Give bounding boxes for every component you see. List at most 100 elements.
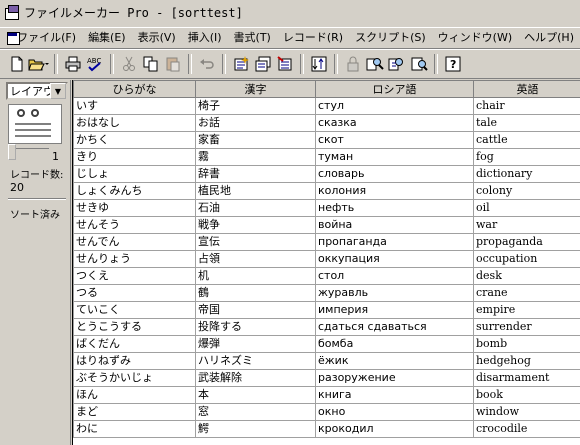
english-cell[interactable]: crane (473, 284, 580, 302)
english-cell[interactable]: bomb (473, 335, 580, 353)
table-row[interactable]: きり霧 туман fog (73, 148, 580, 166)
find-icon[interactable] (364, 53, 386, 75)
russian-cell[interactable]: крокодил (315, 420, 474, 438)
russian-cell[interactable]: туман (315, 148, 474, 166)
table-row[interactable]: おはなし お話 сказка tale (73, 114, 580, 132)
table-row[interactable]: まど窓 окно window (73, 403, 580, 421)
kanji-cell[interactable]: 本 (195, 386, 316, 404)
english-cell[interactable]: dictionary (473, 165, 580, 183)
hiragana-cell[interactable]: せきゆ (73, 199, 196, 217)
column-header-english[interactable]: 英語 (473, 80, 580, 98)
table-row[interactable]: ていこく 帝国 империя empire (73, 301, 580, 319)
table-row[interactable]: いす 椅子 стул chair (73, 97, 580, 115)
new-file-icon[interactable] (6, 53, 28, 75)
hiragana-cell[interactable]: ほん (73, 386, 196, 404)
menu-records[interactable]: レコード(R) (277, 29, 349, 47)
russian-cell[interactable]: скот (315, 131, 474, 149)
english-cell[interactable]: tale (473, 114, 580, 132)
kanji-cell[interactable]: ハリネズミ (195, 352, 316, 370)
english-cell[interactable]: crocodile (473, 420, 580, 438)
find-all-icon[interactable] (408, 53, 430, 75)
table-row[interactable]: ぶそうかいじょ 武装解除 разоружение disarmament (73, 369, 580, 387)
kanji-cell[interactable]: 帝国 (195, 301, 316, 319)
english-cell[interactable]: oil (473, 199, 580, 217)
table-row[interactable]: つくえ机 стол desk (73, 267, 580, 285)
table-row[interactable]: せんでん 宣伝 пропаганда propaganda (73, 233, 580, 251)
russian-cell[interactable]: книга (315, 386, 474, 404)
cut-icon[interactable] (118, 53, 140, 75)
hiragana-cell[interactable]: いす (73, 97, 196, 115)
kanji-cell[interactable]: 霧 (195, 148, 316, 166)
english-cell[interactable]: book (473, 386, 580, 404)
hiragana-cell[interactable]: おはなし (73, 114, 196, 132)
hiragana-cell[interactable]: かちく (73, 131, 196, 149)
russian-cell[interactable]: пропаганда (315, 233, 474, 251)
english-cell[interactable]: surrender (473, 318, 580, 336)
russian-cell[interactable]: окно (315, 403, 474, 421)
table-row[interactable]: せきゆ 石油 нефть oil (73, 199, 580, 217)
russian-cell[interactable]: ёжик (315, 352, 474, 370)
menu-scripts[interactable]: スクリプト(S) (349, 29, 432, 47)
undo-icon[interactable] (196, 53, 218, 75)
table-row[interactable]: つる鶴 журавль crane (73, 284, 580, 302)
kanji-cell[interactable]: 家畜 (195, 131, 316, 149)
russian-cell[interactable]: война (315, 216, 474, 234)
spellcheck-icon[interactable]: ABC (84, 53, 106, 75)
hiragana-cell[interactable]: きり (73, 148, 196, 166)
hiragana-cell[interactable]: しょくみんち (73, 182, 196, 200)
hiragana-cell[interactable]: せんそう (73, 216, 196, 234)
hiragana-cell[interactable]: つる (73, 284, 196, 302)
delete-record-icon[interactable] (274, 53, 296, 75)
sort-icon[interactable] (308, 53, 330, 75)
english-cell[interactable]: disarmament (473, 369, 580, 387)
english-cell[interactable]: fog (473, 148, 580, 166)
menu-insert[interactable]: 挿入(I) (182, 29, 228, 47)
russian-cell[interactable]: словарь (315, 165, 474, 183)
layout-dropdown[interactable]: レイアウト1 ▼ (6, 82, 68, 100)
russian-cell[interactable]: нефть (315, 199, 474, 217)
hiragana-cell[interactable]: わに (73, 420, 196, 438)
russian-cell[interactable]: стол (315, 267, 474, 285)
hiragana-cell[interactable]: まど (73, 403, 196, 421)
table-row[interactable]: じしょ 辞書 словарь dictionary (73, 165, 580, 183)
english-cell[interactable]: empire (473, 301, 580, 319)
menu-file[interactable]: ファイル(F) (11, 29, 82, 47)
column-header-russian[interactable]: ロシア語 (315, 80, 474, 98)
kanji-cell[interactable]: 宣伝 (195, 233, 316, 251)
current-record-number[interactable]: 1 (52, 150, 59, 163)
replace-icon[interactable] (386, 53, 408, 75)
paste-icon[interactable] (162, 53, 184, 75)
kanji-cell[interactable]: 鶴 (195, 284, 316, 302)
kanji-cell[interactable]: 椅子 (195, 97, 316, 115)
russian-cell[interactable]: журавль (315, 284, 474, 302)
kanji-cell[interactable]: 武装解除 (195, 369, 316, 387)
menu-edit[interactable]: 編集(E) (82, 29, 132, 47)
kanji-cell[interactable]: 窓 (195, 403, 316, 421)
kanji-cell[interactable]: お話 (195, 114, 316, 132)
copy-icon[interactable] (140, 53, 162, 75)
table-row[interactable]: はりねずみ ハリネズミ ёжик hedgehog (73, 352, 580, 370)
print-icon[interactable] (62, 53, 84, 75)
hiragana-cell[interactable]: ばくだん (73, 335, 196, 353)
hiragana-cell[interactable]: とうこうする (73, 318, 196, 336)
english-cell[interactable]: colony (473, 182, 580, 200)
kanji-cell[interactable]: 辞書 (195, 165, 316, 183)
kanji-cell[interactable]: 爆弾 (195, 335, 316, 353)
document-icon[interactable] (6, 31, 20, 45)
record-book-icon[interactable] (8, 104, 62, 144)
menu-format[interactable]: 書式(T) (228, 29, 277, 47)
english-cell[interactable]: cattle (473, 131, 580, 149)
chevron-down-icon[interactable]: ▼ (50, 83, 66, 99)
russian-cell[interactable]: сказка (315, 114, 474, 132)
russian-cell[interactable]: оккупация (315, 250, 474, 268)
russian-cell[interactable]: колония (315, 182, 474, 200)
russian-cell[interactable]: разоружение (315, 369, 474, 387)
kanji-cell[interactable]: 投降する (195, 318, 316, 336)
new-record-icon[interactable] (230, 53, 252, 75)
english-cell[interactable]: occupation (473, 250, 580, 268)
kanji-cell[interactable]: 占領 (195, 250, 316, 268)
english-cell[interactable]: war (473, 216, 580, 234)
english-cell[interactable]: chair (473, 97, 580, 115)
english-cell[interactable]: propaganda (473, 233, 580, 251)
duplicate-record-icon[interactable] (252, 53, 274, 75)
